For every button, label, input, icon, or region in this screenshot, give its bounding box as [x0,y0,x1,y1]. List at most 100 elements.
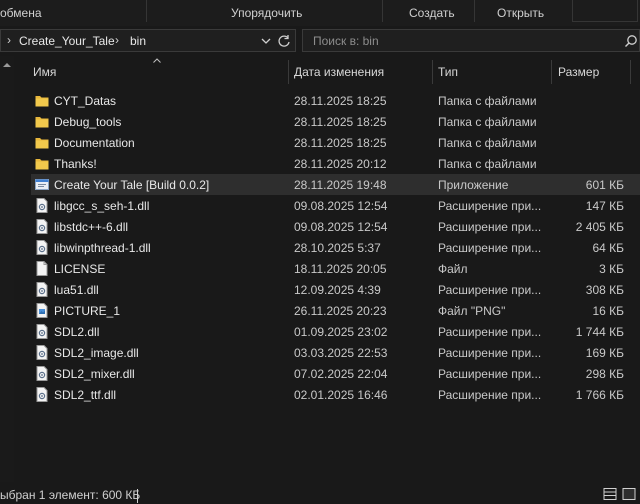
file-row[interactable]: SDL2_ttf.dll 02.01.2025 16:46 Расширение п… [31,384,640,405]
file-size: 2 405 КБ [575,220,624,234]
file-row[interactable]: libwinpthread-1.dll 28.10.2025 5:37 Расшир… [31,237,640,258]
breadcrumb-bin[interactable]: bin [130,34,146,48]
column-header-size[interactable]: Размер [558,56,599,88]
share-button[interactable]: обмена [0,6,42,20]
file-size: 1 766 КБ [575,388,624,402]
status-text: ыбран 1 элемент: 600 КБ [0,488,141,502]
file-size: 64 КБ [592,241,624,255]
dll-file-icon [35,387,49,402]
file-date: 28.11.2025 18:25 [294,94,387,108]
file-row[interactable]: CYT_Datas 28.11.2025 18:25 Папка с файлами [31,90,640,111]
file-name: libgcc_s_seh-1.dll [54,199,150,213]
file-date: 07.02.2025 22:04 [294,367,388,381]
search-input[interactable]: Поиск в: bin [313,34,379,48]
column-header-type[interactable]: Тип [438,56,458,88]
file-size: 3 КБ [599,262,624,276]
details-view-icon[interactable] [603,487,617,501]
file-row[interactable]: Thanks! 28.11.2025 20:12 Папка с файлами [31,153,640,174]
toolbar-divider [382,0,383,22]
file-date: 18.11.2025 20:05 [294,262,387,276]
sort-ascending-icon [153,58,161,63]
column-divider[interactable] [432,60,433,84]
file-row[interactable]: SDL2.dll 01.09.2025 23:02 Расширение при..… [31,321,640,342]
column-header-row: Имя Дата изменения Тип Размер [14,56,640,88]
dll-file-icon [35,240,49,255]
file-name: Documentation [54,136,135,150]
dll-file-icon [35,219,49,234]
file-row[interactable]: libgcc_s_seh-1.dll 09.08.2025 12:54 Расшир… [31,195,640,216]
chevron-right-icon[interactable]: › [115,33,119,47]
create-button[interactable]: Создать [409,6,455,20]
file-type: Папка с файлами [438,136,537,150]
refresh-icon[interactable] [277,34,291,48]
file-size: 147 КБ [585,199,624,213]
file-date: 09.08.2025 12:54 [294,220,388,234]
file-type: Файл "PNG" [438,304,506,318]
file-type: Расширение при... [438,325,542,339]
file-name: libwinpthread-1.dll [54,241,151,255]
folder-icon [35,156,49,171]
file-row[interactable]: Debug_tools 28.11.2025 18:25 Папка с файла… [31,111,640,132]
dll-file-icon [35,345,49,360]
open-button[interactable]: Открыть [497,6,544,20]
sort-button[interactable]: Упорядочить [231,6,302,20]
address-bar[interactable]: › Create_Your_Tale › bin [0,29,296,52]
column-divider[interactable] [288,60,289,84]
navigation-pane[interactable] [0,56,14,482]
file-name: libstdc++-6.dll [54,220,129,234]
file-row[interactable]: PICTURE_1 26.11.2025 20:23 Файл "PNG" 16 КБ [31,300,640,321]
file-name: PICTURE_1 [54,304,121,318]
chevron-right-icon[interactable]: › [7,33,11,47]
command-bar: обмена Упорядочить Создать Открыть [0,0,640,26]
file-row[interactable]: lua51.dll 12.09.2025 4:39 Расширение при..… [31,279,640,300]
file-row[interactable]: libstdc++-6.dll 09.08.2025 12:54 Расширени… [31,216,640,237]
file-row[interactable]: Documentation 28.11.2025 18:25 Папка с фай… [31,132,640,153]
address-row: › Create_Your_Tale › bin Поиск в: bin [0,26,640,56]
file-name: LICENSE [54,262,106,276]
file-date: 28.11.2025 19:48 [294,178,387,192]
file-date: 28.10.2025 5:37 [294,241,381,255]
file-type: Папка с файлами [438,115,537,129]
chevron-down-icon[interactable] [261,38,271,45]
scroll-up-arrow-icon[interactable] [3,62,11,68]
file-name: Debug_tools [54,115,122,129]
file-size: 298 КБ [585,367,624,381]
file-list: Имя Дата изменения Тип Размер CYT_Datas 2… [14,56,640,482]
file-type: Файл [438,262,468,276]
file-row[interactable]: LICENSE 18.11.2025 20:05 Файл 3 КБ [31,258,640,279]
file-type: Расширение при... [438,346,542,360]
dll-file-icon [35,282,49,297]
file-name: SDL2_mixer.dll [54,367,135,381]
file-date: 12.09.2025 4:39 [294,283,381,297]
breadcrumb-create-your-tale[interactable]: Create_Your_Tale [19,34,115,48]
file-date: 02.01.2025 16:46 [294,388,388,402]
file-name: SDL2_ttf.dll [54,388,117,402]
file-name: SDL2.dll [54,325,100,339]
file-size: 601 КБ [585,178,624,192]
column-header-name[interactable]: Имя [33,56,56,88]
file-row[interactable]: Create Your Tale [Build 0.0.2] 28.11.2025… [31,174,640,195]
file-date: 03.03.2025 22:53 [294,346,388,360]
column-header-date[interactable]: Дата изменения [294,56,384,88]
large-icons-view-icon[interactable] [622,487,636,501]
dll-file-icon [35,198,49,213]
toolbar-overflow-button[interactable] [572,0,638,22]
file-date: 26.11.2025 20:23 [294,304,387,318]
file-type: Расширение при... [438,241,542,255]
file-row[interactable]: SDL2_image.dll 03.03.2025 22:53 Расширение… [31,342,640,363]
file-type: Расширение при... [438,283,542,297]
search-box[interactable]: Поиск в: bin [302,29,640,52]
image-file-icon [35,303,49,318]
dll-file-icon [35,324,49,339]
file-name: Thanks! [54,157,97,171]
column-divider[interactable] [630,60,631,84]
column-divider[interactable] [551,60,552,84]
file-size: 169 КБ [585,346,624,360]
file-date: 28.11.2025 18:25 [294,115,387,129]
application-icon [35,177,49,192]
file-row[interactable]: SDL2_mixer.dll 07.02.2025 22:04 Расширение… [31,363,640,384]
file-type: Расширение при... [438,367,542,381]
file-name: Create Your Tale [Build 0.0.2] [54,178,210,192]
file-size: 1 744 КБ [575,325,624,339]
status-divider [137,489,138,503]
